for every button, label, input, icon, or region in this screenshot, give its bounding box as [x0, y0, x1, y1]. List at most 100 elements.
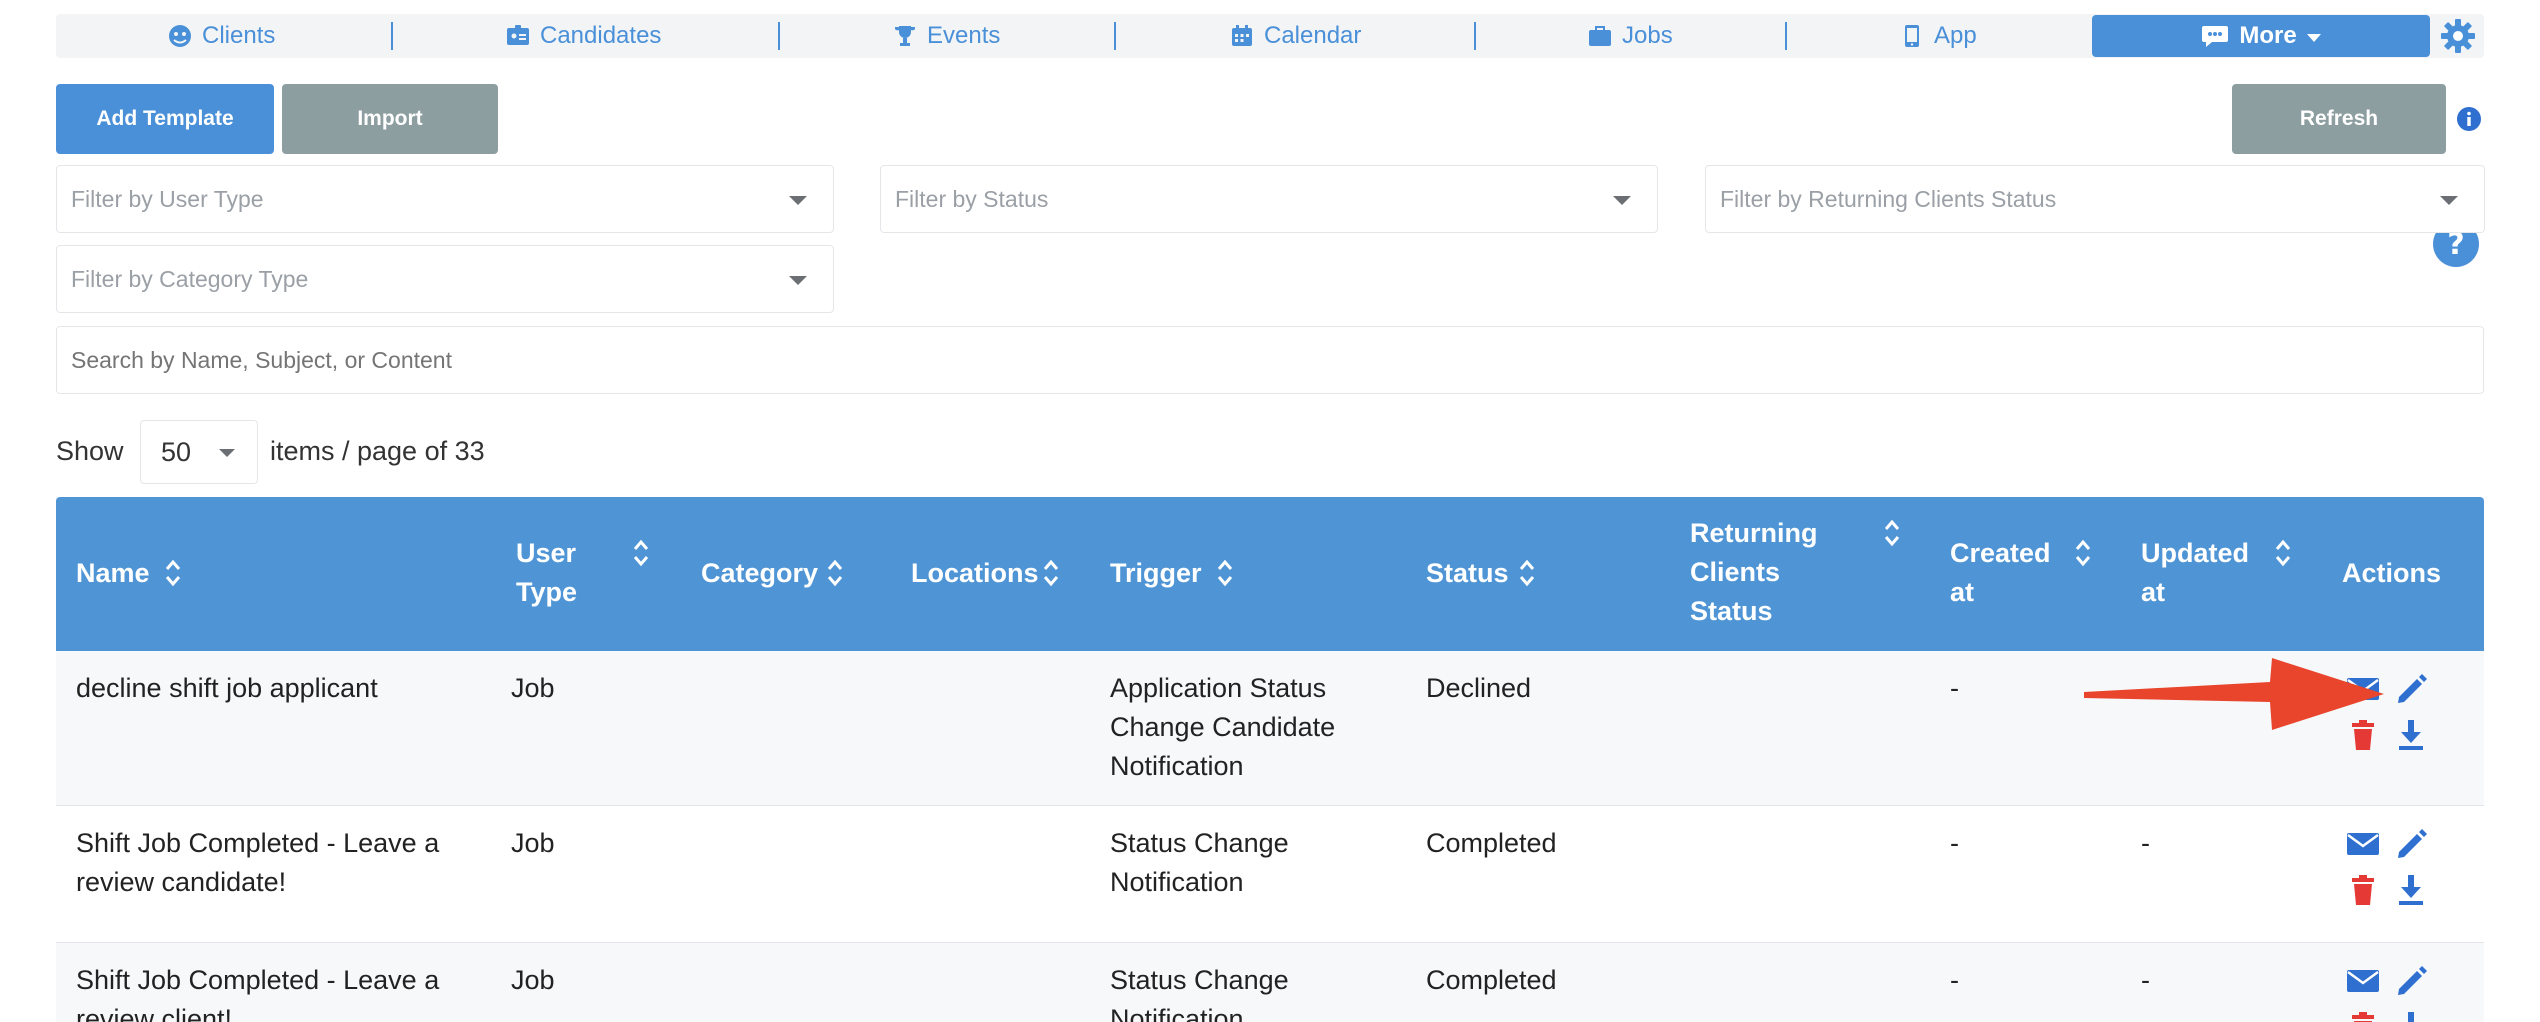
chevron-down-icon: [1613, 196, 1631, 205]
cell-trigger: Status Change Notification: [1110, 828, 1289, 897]
chevron-down-icon: [2440, 196, 2458, 205]
delete-icon[interactable]: [2346, 873, 2380, 907]
more-menu-button[interactable]: More: [2092, 15, 2430, 57]
nav-calendar-label: Calendar: [1264, 22, 1362, 49]
per-page-select[interactable]: 50: [140, 420, 258, 484]
cell-status: Declined: [1426, 673, 1532, 703]
items-per-page-label: items / page of 33: [270, 436, 485, 466]
cell-created-at: -: [1950, 965, 1959, 995]
column-header-category[interactable]: Category: [701, 554, 818, 593]
cell-updated-at: -: [2141, 828, 2150, 858]
chevron-down-icon: [789, 196, 807, 205]
refresh-button[interactable]: Refresh: [2232, 84, 2446, 154]
status-filter-placeholder: Filter by Status: [895, 185, 1049, 212]
cell-created-at: -: [1950, 673, 1959, 703]
chevron-down-icon: [789, 276, 807, 285]
cell-status: Completed: [1426, 965, 1557, 995]
nav-jobs-label: Jobs: [1622, 22, 1673, 49]
phone-icon: [1905, 25, 1919, 47]
candidates-icon: [507, 25, 529, 45]
column-header-updated-at[interactable]: Updated at: [2141, 534, 2249, 612]
sort-icon[interactable]: [1216, 558, 1234, 588]
category-type-filter[interactable]: Filter by Category Type: [56, 245, 834, 313]
gear-icon[interactable]: [2440, 18, 2476, 54]
returning-filter-placeholder: Filter by Returning Clients Status: [1720, 185, 2057, 212]
cell-trigger: Application Status Change Candidate Noti…: [1110, 673, 1336, 781]
category-filter-placeholder: Filter by Category Type: [71, 265, 309, 292]
nav-candidates-label: Candidates: [540, 22, 662, 49]
cell-status: Completed: [1426, 828, 1557, 858]
import-button[interactable]: Import: [282, 84, 498, 154]
column-header-user-type[interactable]: User Type: [516, 534, 577, 612]
cell-trigger: Status Change Notification: [1110, 965, 1289, 1022]
nav-calendar[interactable]: Calendar: [1230, 14, 1361, 58]
column-header-locations[interactable]: Locations: [911, 554, 1039, 593]
sort-icon[interactable]: [1883, 518, 1901, 548]
cell-user-type: Job: [511, 828, 555, 858]
user-type-filter-placeholder: Filter by User Type: [71, 185, 264, 212]
edit-icon[interactable]: [2394, 964, 2428, 998]
cell-created-at: -: [1950, 828, 1959, 858]
sort-icon[interactable]: [164, 558, 182, 588]
nav-events[interactable]: Events: [893, 14, 1000, 58]
cell-name: Shift Job Completed - Leave a review can…: [76, 828, 440, 897]
nav-app-label: App: [1934, 22, 1977, 49]
table-row: Shift Job Completed - Leave a review cli…: [56, 943, 2484, 1022]
calendar-icon: [1232, 25, 1252, 46]
per-page-value: 50: [161, 436, 192, 467]
download-icon[interactable]: [2394, 873, 2428, 907]
sort-icon[interactable]: [2074, 538, 2092, 568]
annotation-arrow: [2084, 658, 2384, 730]
nav-divider: [778, 22, 780, 50]
column-header-created-at[interactable]: Created at: [1950, 534, 2051, 612]
more-label: More: [2239, 22, 2297, 49]
download-icon[interactable]: [2394, 718, 2428, 752]
search-input[interactable]: [56, 326, 2484, 394]
returning-clients-status-filter[interactable]: Filter by Returning Clients Status: [1705, 165, 2485, 233]
cell-updated-at: -: [2141, 965, 2150, 995]
cell-name: decline shift job applicant: [76, 673, 378, 703]
nav-clients[interactable]: Clients: [168, 14, 275, 58]
email-icon[interactable]: [2346, 964, 2380, 998]
nav-divider: [1474, 22, 1476, 50]
email-icon[interactable]: [2346, 827, 2380, 861]
column-header-status[interactable]: Status: [1426, 554, 1509, 593]
edit-icon[interactable]: [2394, 827, 2428, 861]
delete-icon[interactable]: [2346, 1010, 2380, 1022]
column-header-actions: Actions: [2342, 558, 2442, 588]
cell-user-type: Job: [511, 673, 555, 703]
sort-icon[interactable]: [2274, 538, 2292, 568]
table-header: Name User Type Category Locations Trigge…: [56, 497, 2484, 651]
nav-app[interactable]: App: [1900, 14, 1977, 58]
nav-divider: [391, 22, 393, 50]
table-row: Shift Job Completed - Leave a review can…: [56, 806, 2484, 943]
column-header-name[interactable]: Name: [76, 554, 150, 593]
edit-icon[interactable]: [2394, 672, 2428, 706]
trophy-icon: [895, 26, 915, 46]
sort-icon[interactable]: [1518, 558, 1536, 588]
nav-divider: [1114, 22, 1116, 50]
nav-candidates[interactable]: Candidates: [506, 14, 661, 58]
column-header-returning-clients-status[interactable]: Returning Clients Status: [1690, 514, 1818, 631]
info-icon[interactable]: [2456, 106, 2482, 132]
cell-name: Shift Job Completed - Leave a review cli…: [76, 965, 440, 1022]
download-icon[interactable]: [2394, 1010, 2428, 1022]
nav-jobs[interactable]: Jobs: [1588, 14, 1673, 58]
user-type-filter[interactable]: Filter by User Type: [56, 165, 834, 233]
chevron-down-icon: [2306, 34, 2321, 42]
chevron-down-icon: [219, 449, 235, 457]
nav-events-label: Events: [927, 22, 1001, 49]
nav-clients-label: Clients: [202, 22, 276, 49]
add-template-button[interactable]: Add Template: [56, 84, 274, 154]
briefcase-icon: [1589, 26, 1611, 46]
clients-icon: [169, 25, 191, 47]
sort-icon[interactable]: [1042, 558, 1060, 588]
cell-user-type: Job: [511, 965, 555, 995]
nav-divider: [1785, 22, 1787, 50]
column-header-trigger[interactable]: Trigger: [1110, 554, 1202, 593]
comment-dots-icon: [2202, 26, 2229, 47]
sort-icon[interactable]: [826, 558, 844, 588]
sort-icon[interactable]: [632, 538, 650, 568]
show-label: Show: [56, 436, 124, 466]
status-filter[interactable]: Filter by Status: [880, 165, 1658, 233]
